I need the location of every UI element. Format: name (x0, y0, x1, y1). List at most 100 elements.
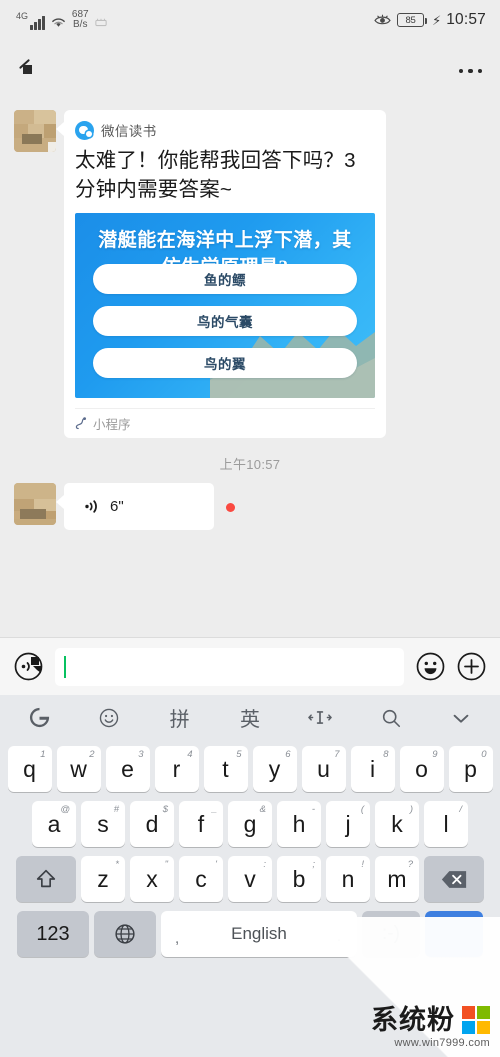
key-sup: 4 (187, 749, 193, 760)
key-sup: ! (361, 859, 364, 870)
key-sup: 3 (138, 749, 144, 760)
chat-navbar (0, 40, 500, 102)
key-o[interactable]: 9o (399, 746, 444, 792)
key-e[interactable]: 3e (105, 746, 150, 792)
key-h[interactable]: -h (277, 801, 321, 847)
avatar[interactable] (14, 110, 56, 152)
search-icon[interactable] (374, 701, 408, 735)
key-c[interactable]: ' c (179, 856, 223, 902)
bubble-tail (56, 122, 64, 136)
more-options-button[interactable] (458, 68, 482, 74)
miniprogram-card-header: 微信读书 (75, 120, 375, 144)
key-sup: - (311, 804, 315, 815)
key-label: r (172, 755, 181, 782)
key-m[interactable]: ? m (375, 856, 419, 902)
chat-message-list: 微信读书 太难了！你能帮我回答下吗？3分钟内需要答案~ 潜艇能在海洋中上浮下潜，… (0, 102, 500, 535)
navbar-left-group (14, 54, 222, 88)
key-a[interactable]: @ a (32, 801, 76, 847)
gboard-logo-icon[interactable] (22, 701, 56, 735)
key-sup: @ (60, 804, 70, 815)
key-sup: ' (215, 859, 217, 870)
enter-key[interactable] (425, 911, 483, 957)
message-input-field[interactable] (55, 647, 404, 686)
key-label: j (345, 810, 351, 837)
quiz-options-list: 鱼的鳔 鸟的气囊 鸟的翼 (93, 252, 357, 379)
key-q[interactable]: 1q (7, 746, 52, 792)
signal-bars-icon (30, 15, 45, 30)
space-key-label: English (231, 924, 287, 943)
key-s[interactable]: # s (81, 801, 125, 847)
key-label: i (369, 755, 376, 782)
pinyin-mode-icon[interactable]: 拼 (163, 701, 197, 735)
key-label: w (70, 755, 87, 782)
key-d[interactable]: $ d (130, 801, 174, 847)
english-mode-icon[interactable]: 英 (233, 701, 267, 735)
key-label: f (197, 810, 205, 837)
key-sup: 5 (236, 749, 242, 760)
key-sup: / (459, 804, 462, 815)
key-v[interactable]: :v (228, 856, 272, 902)
quiz-option-1[interactable]: 鱼的鳔 (93, 264, 357, 295)
key-sup: & (259, 804, 266, 815)
quiz-option-3[interactable]: 鸟的翼 (93, 348, 357, 379)
wechat-reading-logo-icon (75, 120, 94, 140)
key-u[interactable]: 7u (301, 746, 346, 792)
key-w[interactable]: 2w (56, 746, 101, 792)
space-key[interactable]: , English . (161, 911, 357, 957)
key-sup: 0 (481, 749, 487, 760)
key-g[interactable]: & g (228, 801, 272, 847)
miniprogram-card[interactable]: 微信读书 太难了！你能帮我回答下吗？3分钟内需要答案~ 潜艇能在海洋中上浮下潜，… (64, 110, 386, 439)
battery-level-label: 85 (405, 14, 416, 26)
key-f[interactable]: _ f (179, 801, 223, 847)
battery-icon: 85 (397, 13, 428, 27)
key-l[interactable]: / l (424, 801, 468, 847)
cursor-move-icon[interactable] (303, 701, 337, 735)
more-button[interactable] (457, 652, 486, 681)
shift-key[interactable] (16, 856, 76, 902)
eye-comfort-icon (373, 13, 392, 27)
back-arrow-icon[interactable] (14, 60, 36, 82)
key-j[interactable]: (j (326, 801, 370, 847)
numeric-key[interactable]: 123 (17, 911, 89, 957)
space-right-punct[interactable]: . (337, 928, 341, 945)
emoji-icon[interactable] (92, 701, 126, 735)
page-title (42, 54, 222, 88)
key-k[interactable]: ) k (375, 801, 419, 847)
collapse-keyboard-icon[interactable] (444, 701, 478, 735)
space-left-punct[interactable]: , (175, 930, 179, 947)
key-label: n (341, 865, 355, 892)
status-bar: 4G 687 B/s 85 ⚡ 10:57 (0, 0, 500, 40)
key-sup: ; (312, 859, 315, 870)
key-sup: " (164, 859, 168, 870)
key-y[interactable]: 6y (252, 746, 297, 792)
key-i[interactable]: 8i (350, 746, 395, 792)
key-label: b (292, 865, 306, 892)
key-sup: 8 (383, 749, 389, 760)
keyboard-row-3: * z " x ' c :v ; b ! n ? m (3, 856, 497, 902)
key-sup: : (263, 859, 266, 870)
key-sup: ( (360, 804, 364, 815)
backspace-key[interactable] (424, 856, 484, 902)
key-sup: 9 (432, 749, 438, 760)
voice-input-button[interactable] (14, 652, 43, 681)
quiz-option-2[interactable]: 鸟的气囊 (93, 306, 357, 337)
globe-icon[interactable] (94, 911, 156, 957)
key-t[interactable]: 5t (203, 746, 248, 792)
key-label: k (391, 810, 403, 837)
key-n[interactable]: ! n (326, 856, 370, 902)
key-sup: _ (211, 804, 217, 815)
key-label: g (243, 810, 257, 837)
key-x[interactable]: " x (130, 856, 174, 902)
status-bar-right: 85 ⚡ 10:57 (373, 11, 486, 29)
voice-message-bubble[interactable]: 6" (64, 483, 214, 531)
emoticon-key[interactable]: :-) (362, 911, 420, 957)
miniprogram-card-image: 潜艇能在海洋中上浮下潜，其仿生学原理是? 鱼的鳔 鸟的气囊 鸟的翼 (75, 213, 375, 399)
key-b[interactable]: ; b (277, 856, 321, 902)
miniprogram-card-title: 太难了！你能帮我回答下吗？3分钟内需要答案~ (75, 149, 356, 202)
key-r[interactable]: 4r (154, 746, 199, 792)
avatar[interactable] (14, 483, 56, 526)
key-p[interactable]: 0p (448, 746, 493, 792)
emoji-button[interactable] (416, 652, 445, 681)
virtual-keyboard: 拼 英 1q 2w 3e 4r 5t 6y 7 u 8 i 9 o 0 p @ … (0, 695, 500, 1057)
key-z[interactable]: * z (81, 856, 125, 902)
